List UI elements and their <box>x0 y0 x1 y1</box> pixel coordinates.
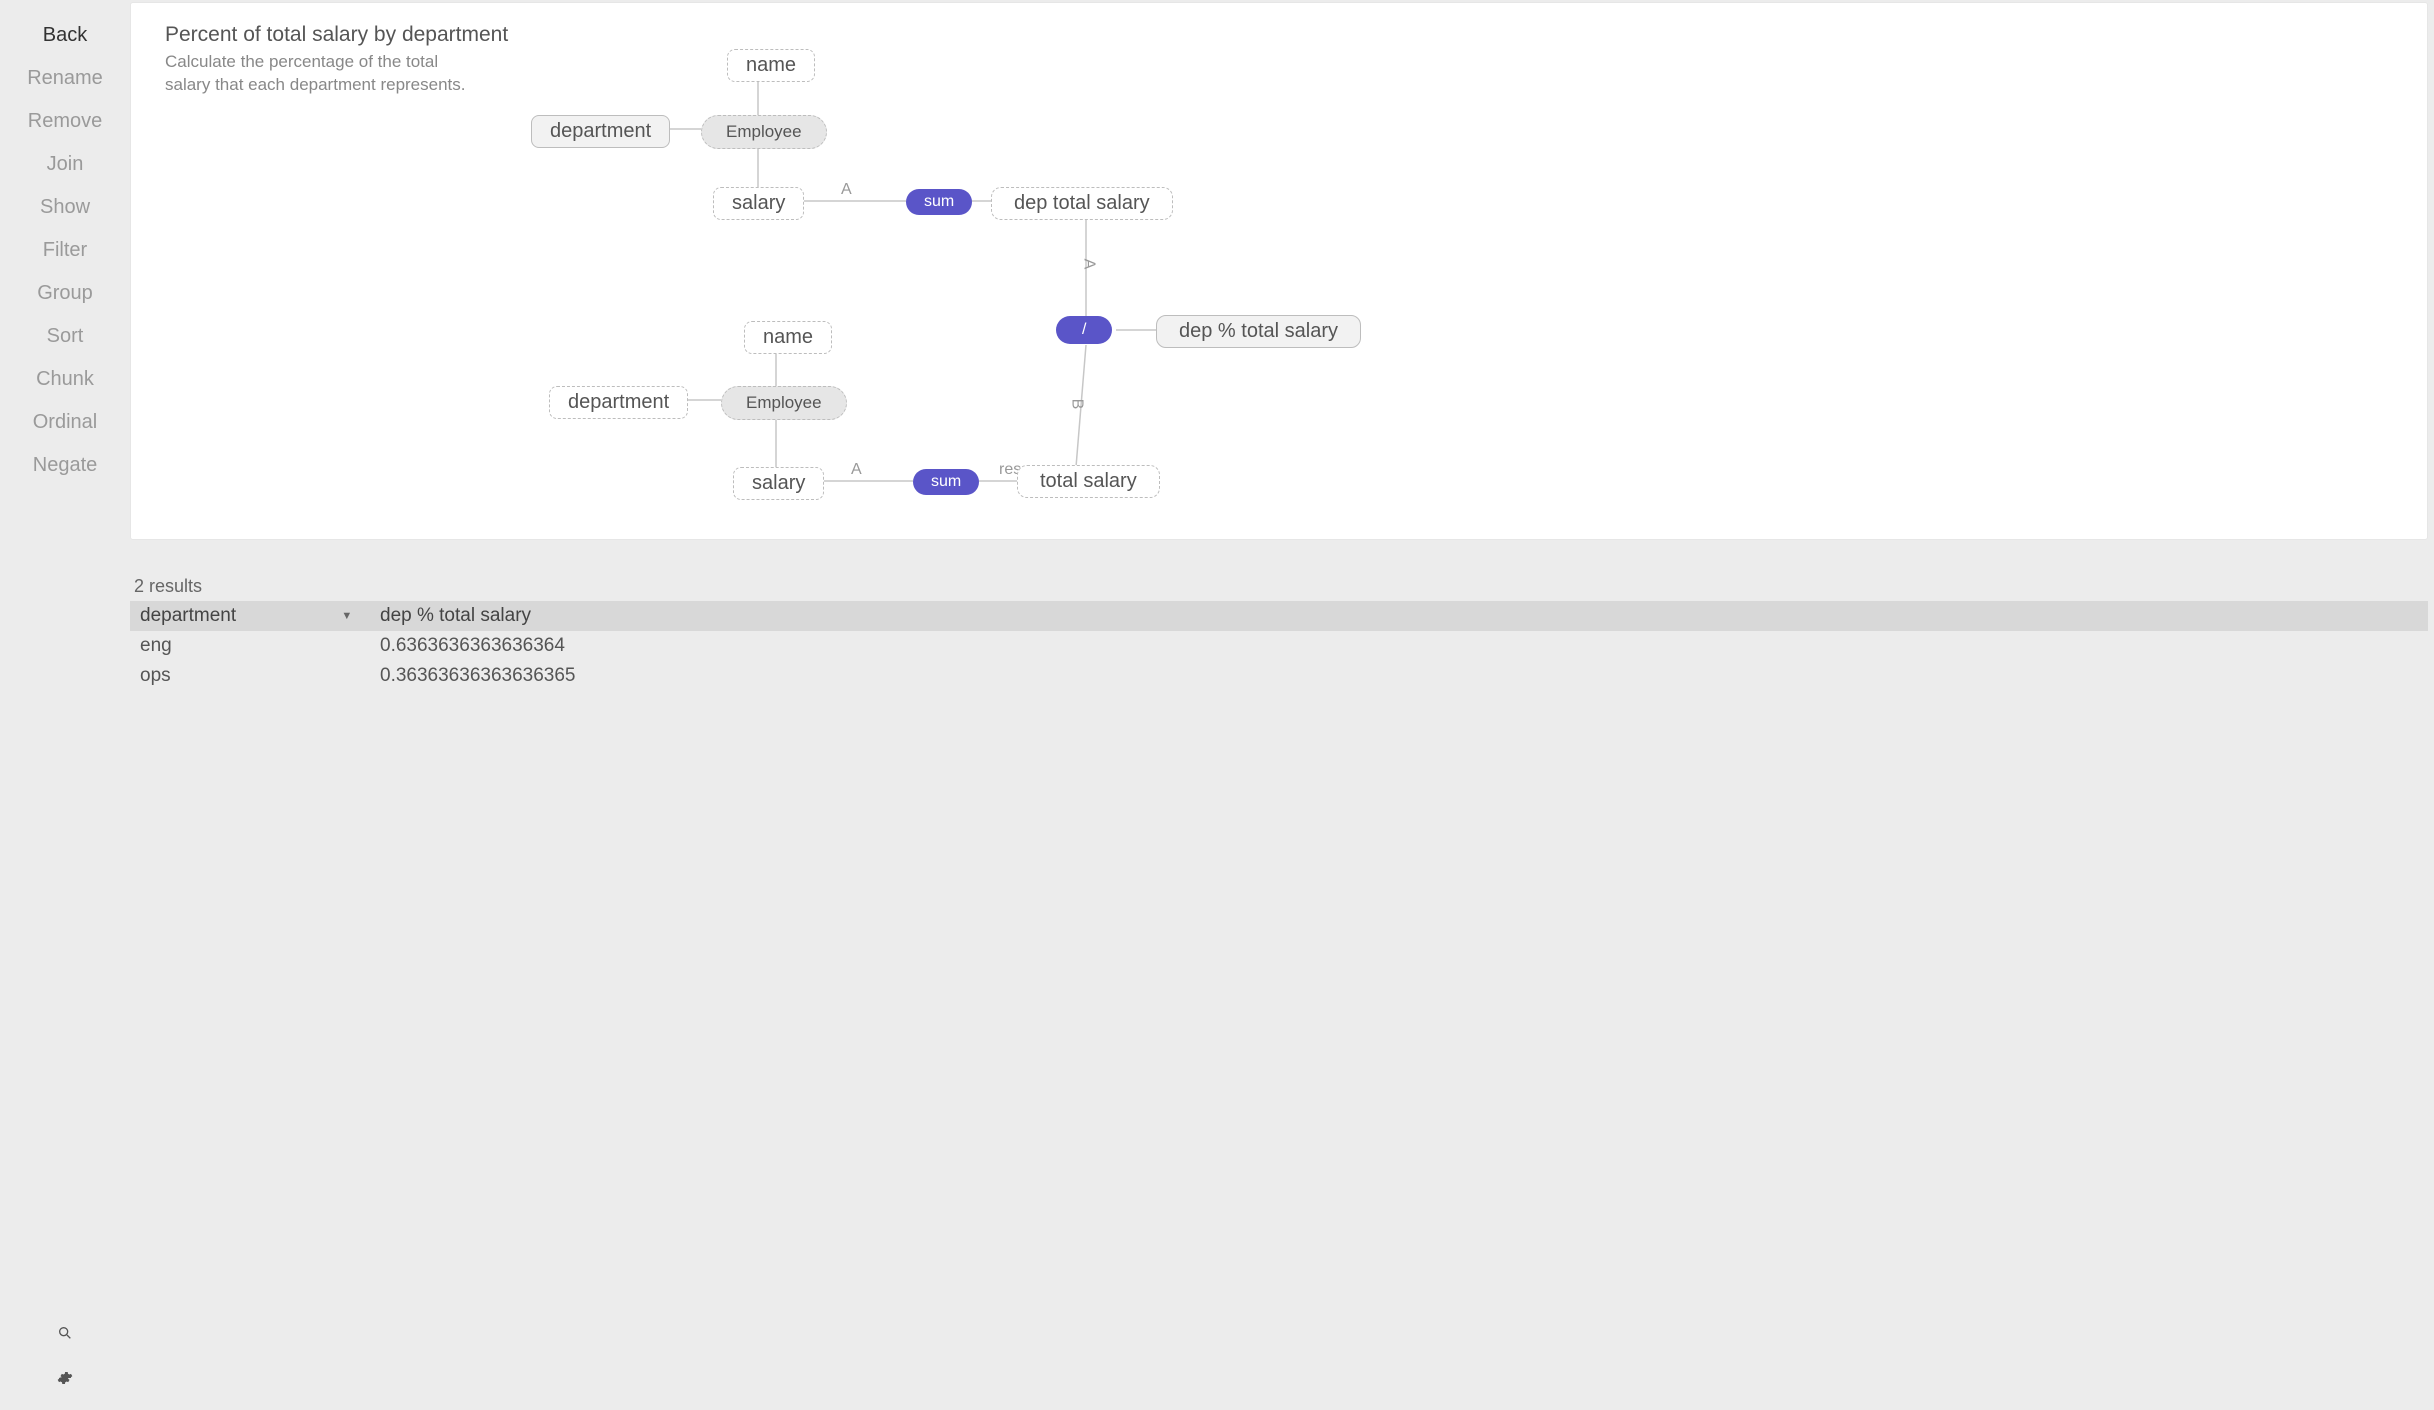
app-root: Back Rename Remove Join Show Filter Grou… <box>0 0 2434 1410</box>
node-salary-1[interactable]: salary <box>713 187 804 220</box>
sort-caret-icon[interactable]: ▼ <box>341 610 352 622</box>
sidebar-item-negate[interactable]: Negate <box>0 444 130 487</box>
results-table: department ▼ dep % total salary eng 0.63… <box>130 601 2428 691</box>
node-salary-2[interactable]: salary <box>733 467 824 500</box>
node-employee-1[interactable]: Employee <box>701 115 827 149</box>
cell-pct: 0.6363636363636364 <box>370 631 2428 661</box>
sidebar-item-show[interactable]: Show <box>0 186 130 229</box>
edge-label-a1: A <box>841 181 852 199</box>
sidebar: Back Rename Remove Join Show Filter Grou… <box>0 0 130 1410</box>
sidebar-item-sort[interactable]: Sort <box>0 315 130 358</box>
node-department-2[interactable]: department <box>549 386 688 419</box>
sidebar-item-rename[interactable]: Rename <box>0 57 130 100</box>
search-icon[interactable] <box>57 1324 73 1347</box>
diagram-layer: name Employee department salary A sum de… <box>131 3 2427 539</box>
table-row: ops 0.36363636363636365 <box>130 661 2428 691</box>
table-row: eng 0.6363636363636364 <box>130 631 2428 661</box>
cell-department: eng <box>130 631 370 661</box>
node-dep-total-salary[interactable]: dep total salary <box>991 187 1173 220</box>
cell-department: ops <box>130 661 370 691</box>
edge-label-div-b: B <box>1067 399 1085 410</box>
results-area: 2 results department ▼ dep % total salar… <box>130 546 2434 1410</box>
column-department[interactable]: department ▼ <box>130 601 370 631</box>
node-name-2[interactable]: name <box>744 321 832 354</box>
sidebar-item-group[interactable]: Group <box>0 272 130 315</box>
main-column: Percent of total salary by department Ca… <box>130 0 2434 1410</box>
sidebar-item-chunk[interactable]: Chunk <box>0 358 130 401</box>
node-name-1[interactable]: name <box>727 49 815 82</box>
node-sum-1[interactable]: sum <box>906 189 972 215</box>
table-header-row: department ▼ dep % total salary <box>130 601 2428 631</box>
column-dep-pct[interactable]: dep % total salary <box>370 601 2428 631</box>
node-total-salary[interactable]: total salary <box>1017 465 1160 498</box>
results-count: 2 results <box>130 546 2428 601</box>
gear-icon[interactable] <box>57 1369 73 1392</box>
node-divide[interactable]: / <box>1056 316 1112 344</box>
canvas-panel: Percent of total salary by department Ca… <box>130 2 2428 540</box>
node-dep-pct-total-salary[interactable]: dep % total salary <box>1156 315 1361 348</box>
sidebar-item-join[interactable]: Join <box>0 143 130 186</box>
sidebar-item-filter[interactable]: Filter <box>0 229 130 272</box>
node-sum-2[interactable]: sum <box>913 469 979 495</box>
edge-label-a2: A <box>851 461 862 479</box>
node-department-1[interactable]: department <box>531 115 670 148</box>
sidebar-item-back[interactable]: Back <box>0 14 130 57</box>
sidebar-item-ordinal[interactable]: Ordinal <box>0 401 130 444</box>
node-employee-2[interactable]: Employee <box>721 386 847 420</box>
diagram-connectors <box>131 3 2427 539</box>
sidebar-item-remove[interactable]: Remove <box>0 100 130 143</box>
edge-label-div-a: A <box>1079 259 1097 270</box>
column-department-label: department <box>140 605 236 626</box>
sidebar-bottom <box>0 1324 130 1410</box>
cell-pct: 0.36363636363636365 <box>370 661 2428 691</box>
